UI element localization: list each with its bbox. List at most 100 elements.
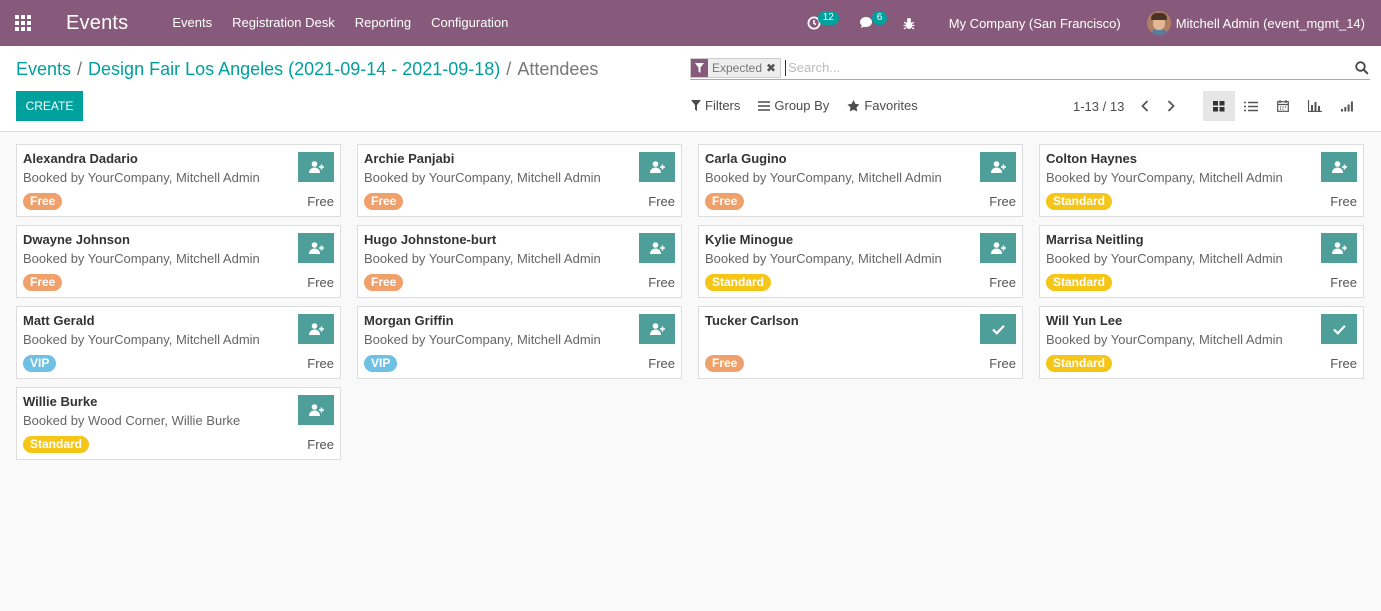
user-menu[interactable]: Mitchell Admin (event_mgmt_14) — [1146, 11, 1365, 35]
attendee-name: Matt Gerald — [23, 313, 95, 328]
attendee-card[interactable]: Morgan Griffin Booked by YourCompany, Mit… — [357, 306, 682, 379]
pager-value[interactable]: 1-13 / 13 — [1073, 99, 1124, 114]
activity-count-badge: 12 — [817, 11, 839, 25]
booked-by: Booked by YourCompany, Mitchell Admin — [1046, 170, 1283, 185]
register-attendee-button[interactable] — [639, 314, 675, 344]
attendee-card[interactable]: Archie Panjabi Booked by YourCompany, Mit… — [357, 144, 682, 217]
user-plus-icon — [1331, 242, 1347, 254]
booked-by: Booked by YourCompany, Mitchell Admin — [23, 170, 260, 185]
booked-by: Booked by YourCompany, Mitchell Admin — [1046, 251, 1283, 266]
attendee-name: Kylie Minogue — [705, 232, 794, 247]
attendee-card[interactable]: Willie Burke Booked by Wood Corner, Willi… — [16, 387, 341, 460]
kanban-view: Alexandra Dadario Booked by YourCompany, … — [16, 144, 1366, 464]
menu-item-reporting[interactable]: Reporting — [345, 0, 421, 46]
booked-by: Booked by YourCompany, Mitchell Admin — [23, 251, 260, 266]
company-switcher[interactable]: My Company (San Francisco) — [949, 16, 1121, 31]
search-options: Filters Group By Favorites — [691, 98, 918, 113]
register-attendee-button[interactable] — [298, 152, 334, 182]
filters-button[interactable]: Filters — [691, 98, 740, 113]
booked-by: Booked by YourCompany, Mitchell Admin — [23, 332, 260, 347]
breadcrumb-event[interactable]: Design Fair Los Angeles (2021-09-14 - 20… — [88, 59, 500, 79]
messages-button[interactable]: 6 — [859, 0, 903, 46]
search-input[interactable] — [785, 59, 1350, 76]
user-plus-icon — [308, 323, 324, 335]
attendee-card[interactable]: Marrisa Neitling Booked by YourCompany, M… — [1039, 225, 1364, 298]
graph-view-icon[interactable] — [1331, 91, 1363, 121]
attendee-card[interactable]: Carla Gugino Booked by YourCompany, Mitch… — [698, 144, 1023, 217]
attendee-card[interactable]: Alexandra Dadario Booked by YourCompany, … — [16, 144, 341, 217]
breadcrumb-events[interactable]: Events — [16, 59, 71, 79]
attendee-name: Will Yun Lee — [1046, 313, 1123, 328]
pager-previous-icon[interactable] — [1138, 98, 1152, 114]
attendee-card[interactable]: Will Yun Lee Booked by YourCompany, Mitch… — [1039, 306, 1364, 379]
kanban-view-icon[interactable] — [1203, 91, 1235, 121]
user-plus-icon — [990, 242, 1006, 254]
booked-by: Booked by YourCompany, Mitchell Admin — [364, 332, 601, 347]
view-switcher — [1203, 91, 1363, 121]
attendee-name: Willie Burke — [23, 394, 98, 409]
register-attendee-button[interactable] — [1321, 233, 1357, 263]
ticket-badge: Free — [705, 355, 745, 372]
avatar — [1146, 11, 1171, 35]
star-icon — [847, 99, 860, 111]
calendar-view-icon[interactable] — [1267, 91, 1299, 121]
bars-icon — [758, 100, 771, 111]
user-plus-icon — [649, 161, 665, 173]
confirm-attendance-button[interactable] — [1321, 314, 1357, 344]
ticket-badge: Free — [23, 193, 63, 210]
create-button[interactable]: CREATE — [16, 91, 83, 121]
attendee-card[interactable]: Kylie Minogue Booked by YourCompany, Mitc… — [698, 225, 1023, 298]
booked-by: Booked by Wood Corner, Willie Burke — [23, 413, 241, 428]
register-attendee-button[interactable] — [298, 233, 334, 263]
ticket-price: Free — [1330, 356, 1357, 371]
apps-menu-icon[interactable] — [0, 0, 46, 46]
register-attendee-button[interactable] — [298, 314, 334, 344]
ticket-price: Free — [307, 437, 334, 452]
attendee-card[interactable]: Dwayne Johnson Booked by YourCompany, Mit… — [16, 225, 341, 298]
ticket-price: Free — [989, 275, 1016, 290]
register-attendee-button[interactable] — [639, 152, 675, 182]
ticket-price: Free — [307, 356, 334, 371]
ticket-badge: VIP — [23, 355, 57, 372]
ticket-badge: Standard — [1046, 355, 1113, 372]
register-attendee-button[interactable] — [980, 233, 1016, 263]
ticket-badge: Standard — [705, 274, 772, 291]
control-panel: Events / Design Fair Los Angeles (2021-09-… — [0, 46, 1381, 132]
search-facet: Expected ✖ — [690, 57, 782, 78]
ticket-price: Free — [989, 356, 1016, 371]
menu-item-events[interactable]: Events — [162, 0, 222, 46]
pager-next-icon[interactable] — [1164, 98, 1178, 114]
register-attendee-button[interactable] — [639, 233, 675, 263]
register-attendee-button[interactable] — [980, 152, 1016, 182]
attendee-name: Hugo Johnstone-burt — [364, 232, 497, 247]
user-plus-icon — [308, 404, 324, 416]
filter-icon — [691, 100, 701, 111]
pivot-view-icon[interactable] — [1299, 91, 1331, 121]
register-attendee-button[interactable] — [298, 395, 334, 425]
register-attendee-button[interactable] — [1321, 152, 1357, 182]
attendee-name: Dwayne Johnson — [23, 232, 130, 247]
facet-value: Expected — [712, 60, 763, 75]
app-title[interactable]: Events — [66, 12, 128, 35]
attendee-card[interactable]: Matt Gerald Booked by YourCompany, Mitche… — [16, 306, 341, 379]
attendee-name: Colton Haynes — [1046, 151, 1138, 166]
group-by-button[interactable]: Group By — [758, 98, 829, 113]
confirm-attendance-button[interactable] — [980, 314, 1016, 344]
debug-button[interactable] — [903, 0, 923, 46]
search-icon[interactable] — [1354, 60, 1370, 76]
attendee-name: Morgan Griffin — [364, 313, 454, 328]
attendee-card[interactable]: Hugo Johnstone-burt Booked by YourCompany… — [357, 225, 682, 298]
booked-by: Booked by YourCompany, Mitchell Admin — [364, 170, 601, 185]
ticket-badge: Standard — [23, 436, 90, 453]
favorites-button[interactable]: Favorites — [847, 98, 918, 113]
menu-item-configuration[interactable]: Configuration — [421, 0, 518, 46]
ticket-price: Free — [307, 275, 334, 290]
attendee-card[interactable]: Colton Haynes Booked by YourCompany, Mitc… — [1039, 144, 1364, 217]
activity-button[interactable]: 12 — [807, 0, 847, 46]
attendee-card[interactable]: Tucker Carlson Free Free — [698, 306, 1023, 379]
menu-item-registration-desk[interactable]: Registration Desk — [222, 0, 345, 46]
facet-remove-icon[interactable]: ✖ — [766, 59, 776, 77]
ticket-badge: VIP — [364, 355, 398, 372]
ticket-price: Free — [648, 275, 675, 290]
list-view-icon[interactable] — [1235, 91, 1267, 121]
